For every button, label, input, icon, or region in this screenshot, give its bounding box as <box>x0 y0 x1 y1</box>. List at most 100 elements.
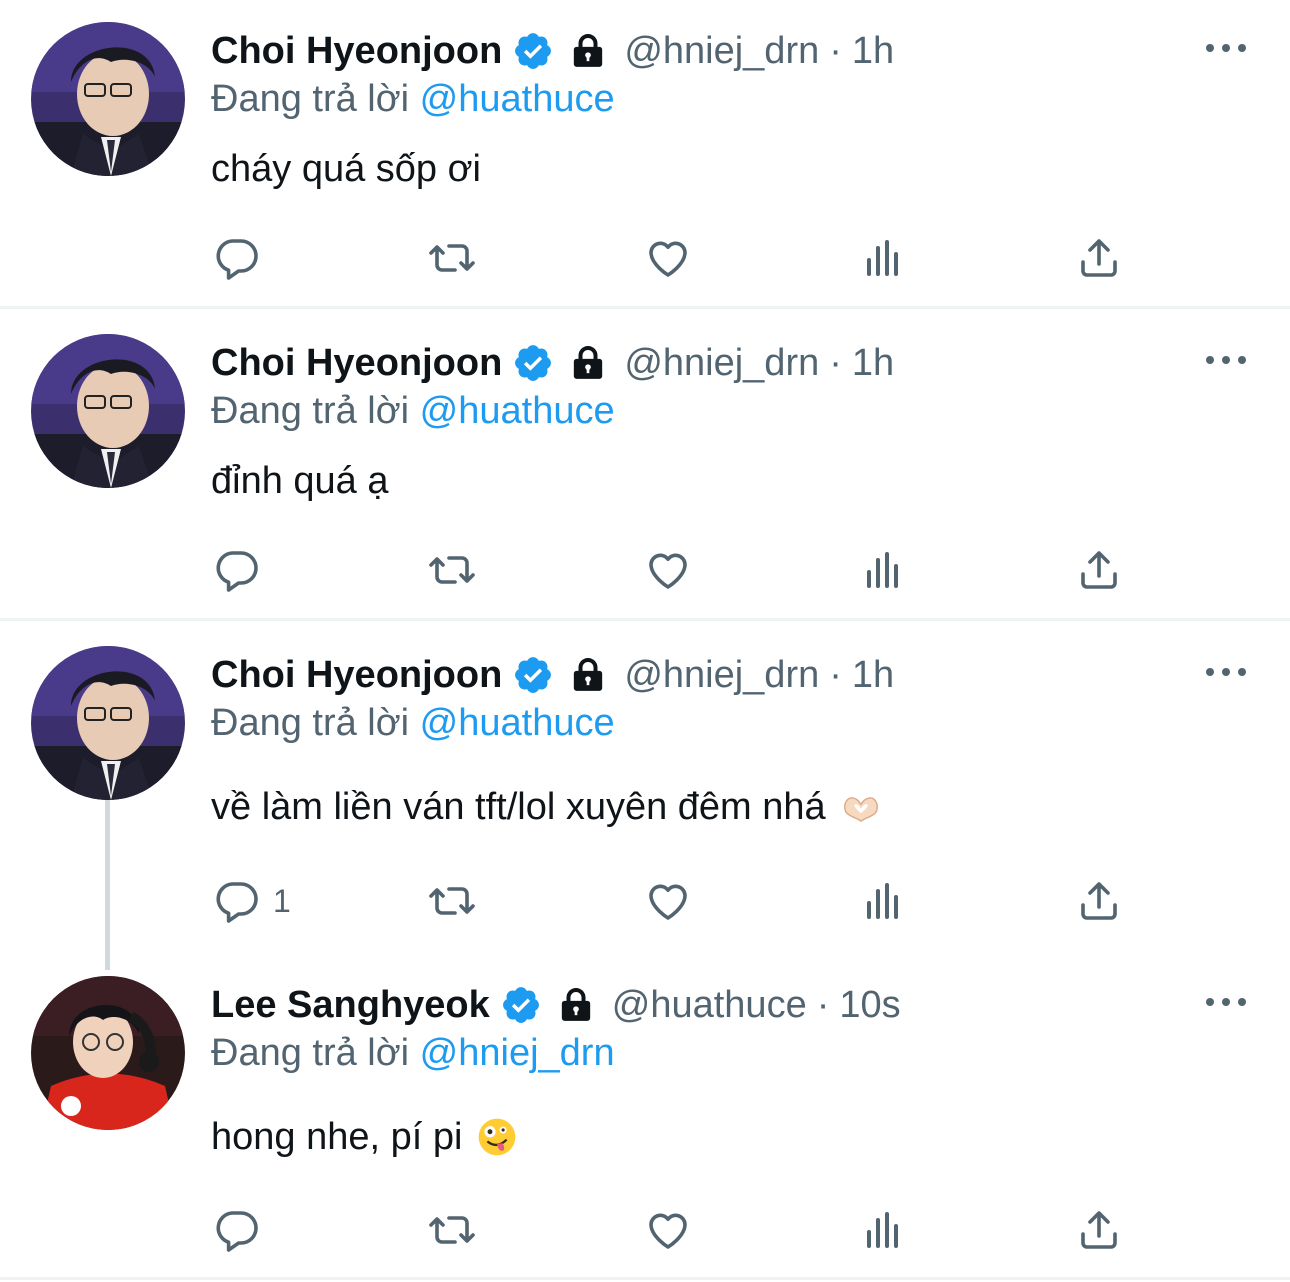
display-name[interactable]: Choi Hyeonjoon <box>211 342 502 385</box>
tweet-divider <box>0 618 1290 621</box>
share-button[interactable] <box>1075 233 1123 283</box>
views-icon <box>860 1206 908 1254</box>
timestamp[interactable]: 1h <box>852 30 894 73</box>
tweet-text-content: cháy quá sốp ơi <box>211 147 481 190</box>
avatar[interactable] <box>31 646 185 800</box>
tweet-text-content: hong nhe, pí pi <box>211 1115 463 1158</box>
tweet-divider <box>0 1277 1290 1280</box>
share-icon <box>1075 877 1123 925</box>
replying-to: Đang trả lời @huathuce <box>211 390 615 433</box>
replying-mention-link[interactable]: @hniej_drn <box>420 1032 615 1074</box>
tweet-text: về làm liền ván tft/lol xuyên đêm nhá <box>211 784 882 830</box>
like-button[interactable] <box>644 233 692 283</box>
reply-icon <box>213 234 261 282</box>
tweet-text-content: về làm liền ván tft/lol xuyên đêm nhá <box>211 785 826 828</box>
display-name[interactable]: Choi Hyeonjoon <box>211 654 502 697</box>
share-icon <box>1075 546 1123 594</box>
replying-prefix: Đang trả lời <box>211 390 410 432</box>
views-icon <box>860 234 908 282</box>
verified-badge-icon <box>500 984 542 1026</box>
retweet-icon <box>428 234 476 282</box>
retweet-button[interactable] <box>428 233 476 283</box>
views-button[interactable] <box>860 1205 908 1255</box>
tweet[interactable]: Choi Hyeonjoon @hniej_drn · 1h Đang trả … <box>0 312 1290 620</box>
retweet-icon <box>428 877 476 925</box>
verified-badge-icon <box>512 342 554 384</box>
tweet-text-content: đỉnh quá ạ <box>211 459 389 502</box>
avatar[interactable] <box>31 22 185 176</box>
replying-mention-link[interactable]: @huathuce <box>420 390 615 432</box>
views-button[interactable] <box>860 545 908 595</box>
reply-button[interactable]: 1 <box>213 876 291 926</box>
more-options-icon[interactable] <box>1206 350 1246 370</box>
share-button[interactable] <box>1075 876 1123 926</box>
tweet[interactable]: Choi Hyeonjoon @hniej_drn · 1h Đang trả … <box>0 624 1290 954</box>
more-options-icon[interactable] <box>1206 662 1246 682</box>
reply-icon <box>213 1206 261 1254</box>
reply-icon <box>213 877 261 925</box>
display-name[interactable]: Lee Sanghyeok <box>211 984 490 1027</box>
lock-icon <box>556 985 596 1025</box>
reply-button[interactable] <box>213 545 273 595</box>
more-options-icon[interactable] <box>1206 38 1246 58</box>
reply-icon <box>213 546 261 594</box>
separator-dot: · <box>829 29 842 72</box>
views-icon <box>860 877 908 925</box>
like-icon <box>644 546 692 594</box>
user-handle[interactable]: @hniej_drn <box>624 30 819 73</box>
reply-button[interactable] <box>213 233 273 283</box>
like-icon <box>644 234 692 282</box>
verified-badge-icon <box>512 30 554 72</box>
user-handle[interactable]: @hniej_drn <box>624 654 819 697</box>
replying-mention-link[interactable]: @huathuce <box>420 702 615 744</box>
retweet-icon <box>428 546 476 594</box>
tweet[interactable]: Lee Sanghyeok @huathuce · 10s Đang trả l… <box>0 954 1290 1282</box>
retweet-button[interactable] <box>428 1205 476 1255</box>
display-name[interactable]: Choi Hyeonjoon <box>211 30 502 73</box>
replying-prefix: Đang trả lời <box>211 702 410 744</box>
share-button[interactable] <box>1075 545 1123 595</box>
separator-dot: · <box>829 341 842 384</box>
replying-to: Đang trả lời @hniej_drn <box>211 1032 615 1075</box>
avatar[interactable] <box>31 976 185 1130</box>
views-button[interactable] <box>860 876 908 926</box>
avatar[interactable] <box>31 334 185 488</box>
timestamp[interactable]: 1h <box>852 654 894 697</box>
share-button[interactable] <box>1075 1205 1123 1255</box>
tweet-divider <box>0 306 1290 309</box>
zany-face-emoji <box>476 1116 518 1158</box>
retweet-icon <box>428 1206 476 1254</box>
retweet-button[interactable] <box>428 545 476 595</box>
separator-dot: · <box>829 653 842 696</box>
replying-to: Đang trả lời @huathuce <box>211 702 615 745</box>
like-button[interactable] <box>644 545 692 595</box>
share-icon <box>1075 1206 1123 1254</box>
user-handle[interactable]: @huathuce <box>612 984 807 1027</box>
tweet-text: cháy quá sốp ơi <box>211 146 481 192</box>
replying-prefix: Đang trả lời <box>211 1032 410 1074</box>
views-icon <box>860 546 908 594</box>
share-icon <box>1075 234 1123 282</box>
heart-hands-emoji <box>840 786 882 828</box>
lock-icon <box>568 343 608 383</box>
replying-mention-link[interactable]: @huathuce <box>420 78 615 120</box>
user-handle[interactable]: @hniej_drn <box>624 342 819 385</box>
like-icon <box>644 1206 692 1254</box>
timestamp[interactable]: 1h <box>852 342 894 385</box>
reply-button[interactable] <box>213 1205 273 1255</box>
replying-to: Đang trả lời @huathuce <box>211 78 615 121</box>
reply-count: 1 <box>273 882 291 919</box>
tweet-text: hong nhe, pí pi <box>211 1114 518 1160</box>
lock-icon <box>568 31 608 71</box>
retweet-button[interactable] <box>428 876 476 926</box>
like-button[interactable] <box>644 1205 692 1255</box>
lock-icon <box>568 655 608 695</box>
verified-badge-icon <box>512 654 554 696</box>
views-button[interactable] <box>860 233 908 283</box>
tweet-text: đỉnh quá ạ <box>211 458 389 504</box>
timestamp[interactable]: 10s <box>839 984 900 1027</box>
tweet[interactable]: Choi Hyeonjoon @hniej_drn · 1h Đang trả … <box>0 0 1290 308</box>
more-options-icon[interactable] <box>1206 992 1246 1012</box>
like-button[interactable] <box>644 876 692 926</box>
replying-prefix: Đang trả lời <box>211 78 410 120</box>
